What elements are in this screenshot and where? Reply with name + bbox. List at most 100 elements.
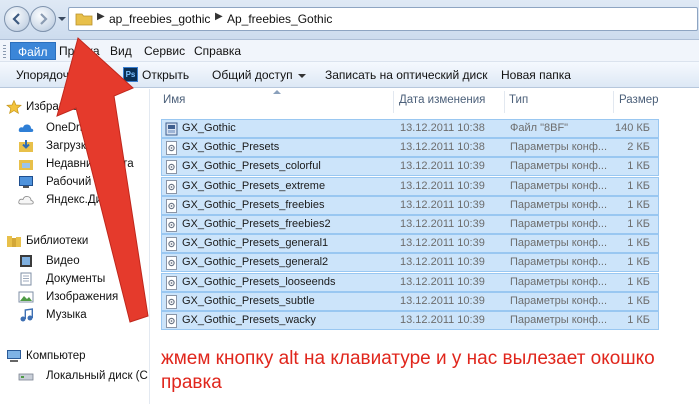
- file-type: Параметры конф...: [510, 198, 608, 211]
- menu-tools-label: Сервис: [144, 44, 186, 58]
- table-row[interactable]: GX_Gothic_Presets_general1 13.12.2011 10:…: [161, 234, 659, 254]
- file-date: 13.12.2011 10:39: [400, 237, 485, 250]
- file-date: 13.12.2011 10:39: [400, 294, 485, 307]
- music-icon: [20, 308, 33, 322]
- column-header-size[interactable]: Размер: [619, 94, 659, 106]
- table-row[interactable]: GX_Gothic_Presets_looseends 13.12.2011 10…: [161, 272, 659, 292]
- settings-file-icon: [166, 179, 177, 194]
- menu-view[interactable]: Вид: [103, 42, 139, 60]
- computer-label: Компьютер: [26, 350, 86, 362]
- file-size: 1 КБ: [627, 294, 650, 307]
- forward-button[interactable]: [30, 6, 56, 32]
- settings-file-icon: [166, 294, 177, 309]
- file-type: Параметры конф...: [510, 160, 608, 173]
- favorites-label: Избранное: [26, 101, 85, 113]
- file-type: Файл "8BF": [510, 122, 569, 134]
- file-type: Параметры конф...: [510, 256, 608, 269]
- downloads-icon: [19, 140, 33, 152]
- sort-ascending-icon: [273, 90, 281, 94]
- recent-pages-dropdown-icon[interactable]: [58, 15, 66, 23]
- documents-icon: [20, 272, 32, 286]
- drive-icon: [18, 373, 34, 381]
- column-divider[interactable]: [613, 91, 614, 113]
- menu-edit[interactable]: Правка: [52, 42, 107, 60]
- file-size: 1 КБ: [627, 160, 650, 173]
- breadcrumb-separator-icon[interactable]: ▶: [97, 11, 105, 22]
- table-row[interactable]: GX_Gothic_Presets_freebies2 13.12.2011 10…: [161, 215, 659, 234]
- library-icon: [7, 236, 21, 247]
- file-type: Параметры конф...: [510, 275, 608, 288]
- table-row[interactable]: GX_Gothic_Presets_wacky 13.12.2011 10:39 П…: [161, 311, 659, 330]
- menu-edit-label: Правка: [59, 44, 100, 58]
- menu-file-label: Файл: [18, 45, 48, 59]
- file-size: 1 КБ: [627, 275, 650, 288]
- nav-item-label: Загрузки: [46, 140, 93, 152]
- file-date: 13.12.2011 10:39: [400, 314, 485, 326]
- file-name: GX_Gothic: [182, 122, 236, 134]
- breadcrumb-item[interactable]: ap_freebies_gothic: [109, 12, 210, 26]
- file-date: 13.12.2011 10:39: [400, 198, 485, 211]
- settings-file-icon: [166, 141, 177, 156]
- cloud-icon: [18, 124, 34, 132]
- share-button[interactable]: Общий доступ: [212, 68, 306, 82]
- toolbar-grip: [3, 45, 6, 58]
- settings-file-icon: [166, 160, 177, 175]
- new-folder-button[interactable]: Новая папка: [501, 68, 571, 82]
- file-name: GX_Gothic_Presets_general1: [182, 237, 329, 250]
- file-date: 13.12.2011 10:39: [400, 275, 485, 288]
- file-date: 13.12.2011 10:39: [400, 160, 485, 173]
- photoshop-icon: Ps: [123, 67, 138, 82]
- menu-file[interactable]: Файл: [10, 42, 56, 60]
- settings-file-icon: [166, 314, 177, 328]
- column-header-name[interactable]: Имя: [163, 94, 185, 106]
- menu-help[interactable]: Справка: [187, 42, 248, 60]
- nav-item-label: Изображения: [46, 291, 119, 303]
- annotation-text: жмем кнопку alt на клавиатуре и у нас вы…: [161, 348, 655, 393]
- menu-tools[interactable]: Сервис: [137, 42, 192, 60]
- file-date: 13.12.2011 10:39: [400, 179, 485, 192]
- address-bar[interactable]: ▶ ap_freebies_gothic ▶ Ap_freebies_Gothi…: [68, 7, 698, 31]
- menu-help-label: Справка: [194, 44, 242, 58]
- table-row[interactable]: GX_Gothic_Presets_colorful 13.12.2011 10:…: [161, 157, 659, 177]
- forward-arrow-icon: [40, 13, 48, 25]
- file-date: 13.12.2011 10:38: [400, 122, 485, 134]
- column-divider[interactable]: [504, 91, 505, 113]
- share-label: Общий доступ: [212, 68, 293, 82]
- back-button[interactable]: [4, 6, 30, 32]
- star-icon: [6, 100, 22, 114]
- open-button[interactable]: Открыть: [142, 68, 189, 82]
- table-row[interactable]: GX_Gothic_Presets_general2 13.12.2011 10:…: [161, 253, 659, 273]
- plugin-file-icon: [165, 122, 178, 136]
- file-date: 13.12.2011 10:39: [400, 218, 485, 230]
- file-name: GX_Gothic_Presets_freebies2: [182, 218, 331, 230]
- images-icon: [18, 291, 34, 303]
- table-row[interactable]: GX_Gothic_Presets_freebies 13.12.2011 10:…: [161, 195, 659, 215]
- burn-button[interactable]: Записать на оптический диск: [325, 68, 488, 82]
- file-type: Параметры конф...: [510, 314, 608, 326]
- breadcrumb-item[interactable]: Ap_freebies_Gothic: [227, 12, 332, 26]
- column-divider[interactable]: [393, 91, 394, 113]
- organize-button[interactable]: Упорядочить: [16, 68, 87, 82]
- column-header-type[interactable]: Тип: [509, 94, 528, 106]
- libraries-label: Библиотеки: [26, 235, 89, 247]
- computer-icon: [7, 350, 21, 362]
- settings-file-icon: [166, 218, 177, 232]
- menu-bar: Файл Правка Вид Сервис Справка: [0, 40, 699, 62]
- file-name: GX_Gothic_Presets: [182, 141, 280, 154]
- file-size: 1 КБ: [627, 256, 650, 269]
- settings-file-icon: [166, 256, 177, 271]
- back-arrow-icon: [12, 13, 20, 25]
- nav-item-label: Музыка: [46, 309, 87, 321]
- file-name: GX_Gothic_Presets_colorful: [182, 160, 321, 173]
- file-name: GX_Gothic_Presets_wacky: [182, 314, 316, 326]
- file-name: GX_Gothic_Presets_subtle: [182, 294, 315, 307]
- table-row[interactable]: GX_Gothic 13.12.2011 10:38 Файл "8BF" 140 К…: [161, 119, 659, 138]
- nav-item-label: Локальный диск (C: [46, 370, 148, 382]
- table-row[interactable]: GX_Gothic_Presets_extreme 13.12.2011 10:3…: [161, 176, 659, 196]
- video-icon: [20, 255, 32, 267]
- breadcrumb-separator-icon[interactable]: ▶: [215, 11, 223, 22]
- column-header-date[interactable]: Дата изменения: [399, 94, 485, 106]
- table-row[interactable]: GX_Gothic_Presets_subtle 13.12.2011 10:39…: [161, 291, 659, 311]
- folder-icon: [75, 13, 93, 26]
- table-row[interactable]: GX_Gothic_Presets 13.12.2011 10:38 Парамет…: [161, 138, 659, 158]
